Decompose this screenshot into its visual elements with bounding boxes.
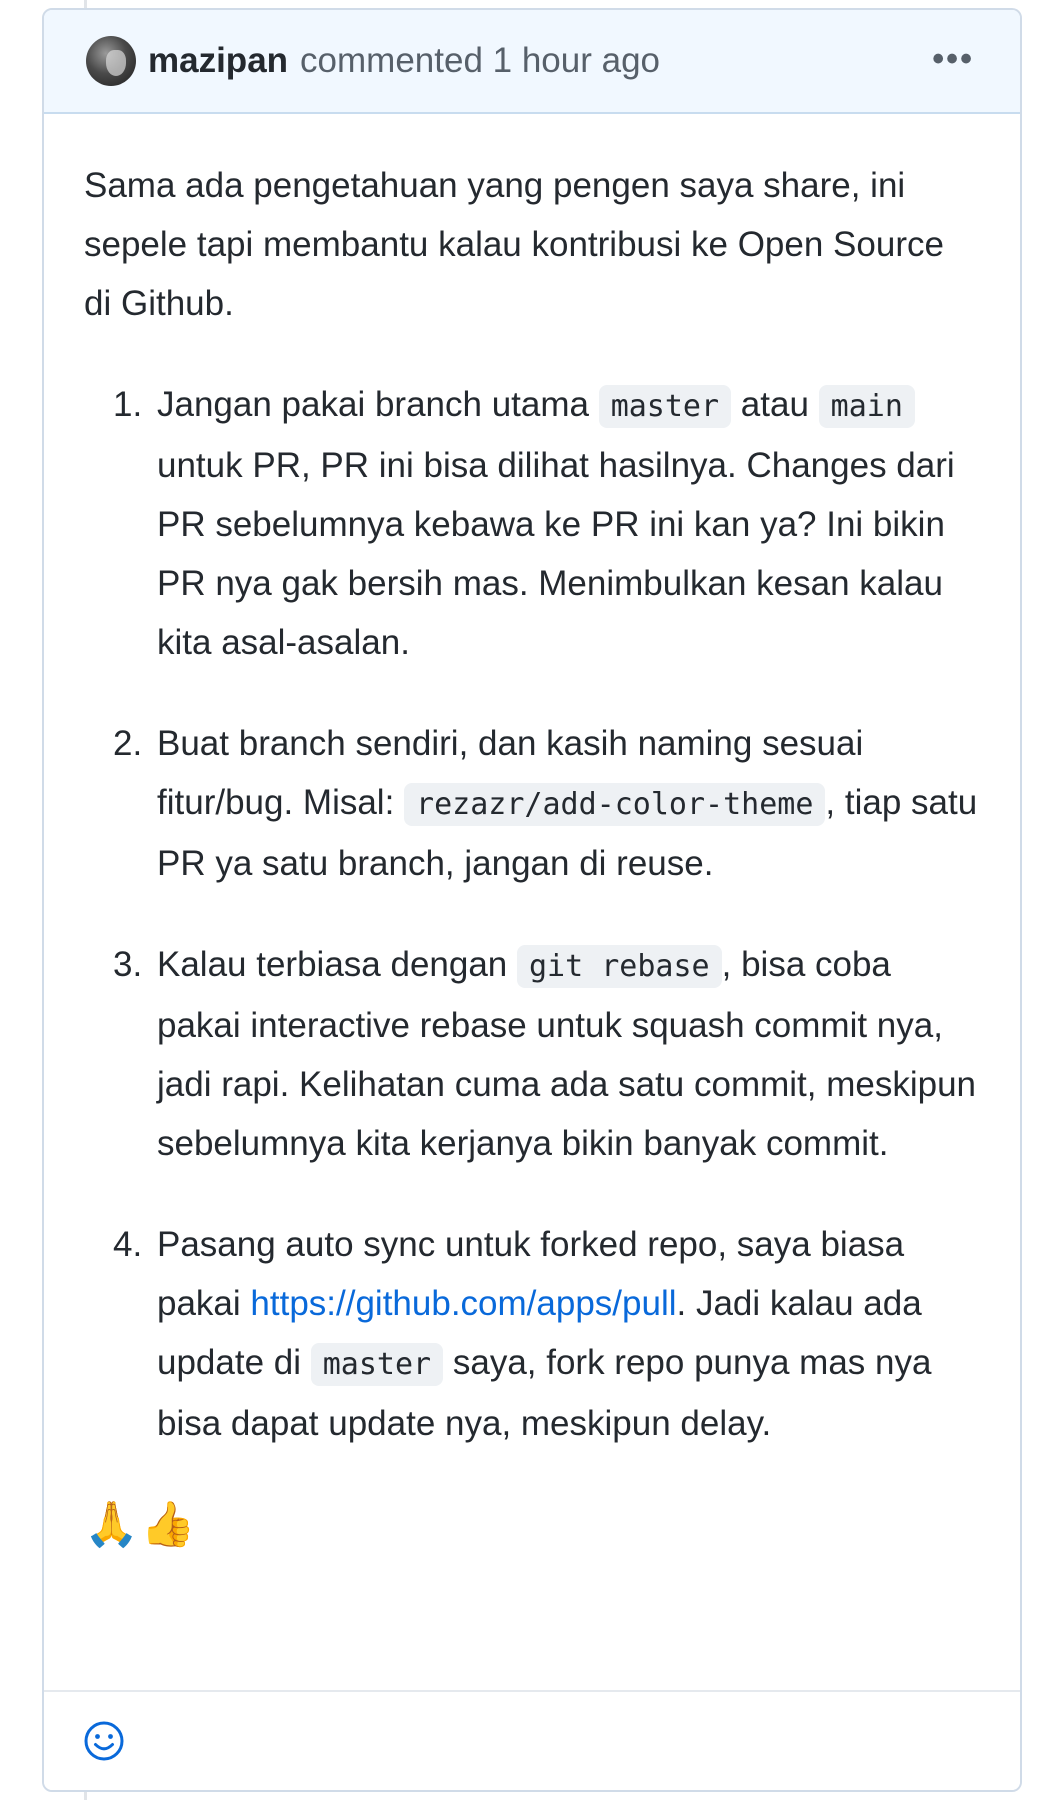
item-text: atau: [731, 385, 819, 424]
list-number: 1.: [113, 385, 143, 424]
author-name[interactable]: mazipan: [148, 41, 288, 81]
inline-code: main: [818, 385, 915, 428]
inline-code: git rebase: [517, 945, 722, 988]
list-item: 1. Jangan pakai branch utama master atau…: [113, 375, 978, 672]
thumbs-up-emoji: 👍: [140, 1500, 196, 1549]
item-text: Kalau terbiasa dengan: [157, 945, 517, 984]
inline-code: master: [310, 1343, 444, 1386]
item-text: untuk PR, PR ini bisa dilihat hasilnya. …: [157, 446, 955, 662]
pray-emoji: 🙏: [84, 1500, 139, 1549]
smiley-icon[interactable]: [82, 1719, 126, 1763]
comment-timestamp[interactable]: commented 1 hour ago: [300, 41, 660, 81]
inline-code: rezazr/add-color-theme: [404, 783, 826, 826]
list-number: 3.: [113, 945, 143, 984]
comment-header: mazipan commented 1 hour ago •••: [44, 10, 1020, 114]
comment-footer: [44, 1690, 1020, 1790]
item-text: Jangan pakai branch utama: [157, 385, 599, 424]
list-item: 4. Pasang auto sync untuk forked repo, s…: [113, 1215, 978, 1453]
pull-app-link[interactable]: https://github.com/apps/pull: [250, 1284, 676, 1323]
list-item: 3. Kalau terbiasa dengan git rebase, bis…: [113, 935, 978, 1173]
inline-code: master: [598, 385, 732, 428]
list-item: 2. Buat branch sendiri, dan kasih naming…: [113, 714, 978, 893]
tips-list: 1. Jangan pakai branch utama master atau…: [84, 375, 978, 1453]
kebab-icon[interactable]: •••: [932, 42, 974, 76]
comment-card: mazipan commented 1 hour ago ••• Sama ad…: [42, 8, 1022, 1792]
comment-body: Sama ada pengetahuan yang pengen saya sh…: [44, 114, 1020, 1555]
list-number: 4.: [113, 1225, 143, 1264]
intro-paragraph: Sama ada pengetahuan yang pengen saya sh…: [84, 166, 944, 323]
list-number: 2.: [113, 724, 143, 763]
author-avatar[interactable]: [86, 36, 136, 86]
emoji-row: 🙏 👍: [84, 1495, 978, 1555]
